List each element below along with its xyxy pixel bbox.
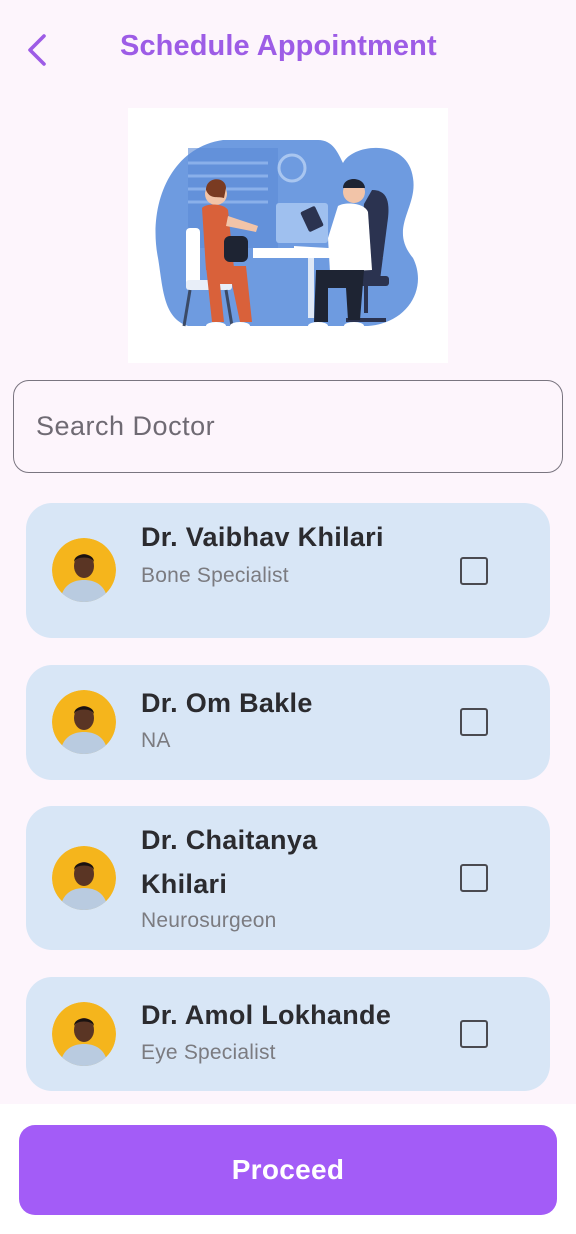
proceed-button[interactable]: Proceed	[19, 1125, 557, 1215]
search-field[interactable]	[13, 380, 563, 473]
doctor-name: Dr. Chaitanya Khilari	[141, 825, 318, 899]
search-input[interactable]	[14, 381, 562, 472]
doctor-avatar	[52, 690, 116, 754]
back-button[interactable]	[18, 28, 58, 72]
doctor-avatar	[52, 538, 116, 602]
chevron-left-icon	[28, 34, 46, 66]
select-checkbox[interactable]	[460, 864, 488, 892]
doctor-specialty: Eye Specialist	[141, 1041, 276, 1064]
doctor-card[interactable]: Dr. Vaibhav Khilari Bone Specialist	[26, 503, 550, 638]
consultation-illustration	[128, 108, 448, 363]
doctor-avatar	[52, 846, 116, 910]
page-title: Schedule Appointment	[120, 30, 437, 62]
doctor-card[interactable]: Dr. Chaitanya Khilari Neurosurgeon	[26, 806, 550, 950]
app-header: Schedule Appointment	[0, 0, 576, 100]
select-checkbox[interactable]	[460, 1020, 488, 1048]
doctor-specialty: Bone Specialist	[141, 564, 289, 587]
doctor-card[interactable]: Dr. Om Bakle NA	[26, 665, 550, 780]
select-checkbox[interactable]	[460, 557, 488, 585]
doctor-specialty: Neurosurgeon	[141, 909, 277, 932]
doctor-name: Dr. Om Bakle	[141, 688, 313, 718]
doctor-avatar	[52, 1002, 116, 1066]
select-checkbox[interactable]	[460, 708, 488, 736]
doctor-name: Dr. Vaibhav Khilari	[141, 522, 384, 552]
doctor-card[interactable]: Dr. Amol Lokhande Eye Specialist	[26, 977, 550, 1091]
doctor-specialty: NA	[141, 729, 171, 752]
doctor-name: Dr. Amol Lokhande	[141, 1000, 392, 1030]
